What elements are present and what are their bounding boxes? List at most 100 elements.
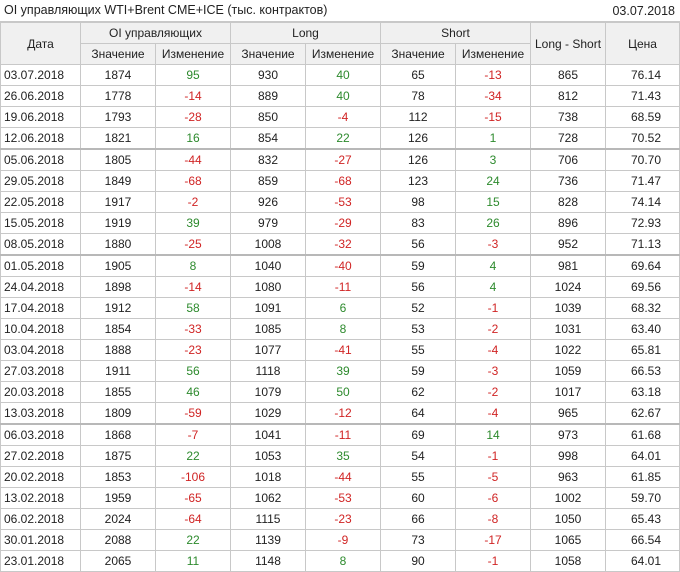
cell-short-change: -4	[455, 402, 532, 425]
cell-short-change: 14	[455, 423, 532, 446]
cell-price: 63.40	[605, 318, 680, 340]
col-group-short: Short	[380, 22, 532, 44]
cell-long-change: -32	[304, 233, 382, 256]
cell-long-short: 812	[530, 85, 607, 107]
cell-oi-change: 11	[155, 550, 231, 572]
cell-long-change: 39	[304, 360, 382, 382]
table-row: 10.04.2018 1854 -33 1085 8 53 -2 1031 63.40	[0, 318, 680, 340]
cell-oi-change: 58	[155, 297, 231, 319]
cell-oi-change: -2	[155, 191, 231, 213]
cell-long-value: 1041	[230, 423, 306, 446]
cell-long-change: -44	[304, 466, 382, 488]
cell-short-value: 112	[380, 106, 457, 128]
cell-short-value: 59	[380, 360, 457, 382]
cell-oi-value: 1875	[80, 445, 156, 467]
cell-long-short: 1031	[530, 318, 607, 340]
cell-long-short: 963	[530, 466, 607, 488]
cell-long-change: -23	[304, 508, 382, 530]
table-row: 01.05.2018 1905 8 1040 -40 59 4 981 69.64	[0, 254, 680, 277]
cell-long-short: 981	[530, 254, 607, 277]
cell-long-short: 973	[530, 423, 607, 446]
cell-long-short: 1065	[530, 529, 607, 551]
cell-long-change: -11	[304, 423, 382, 446]
cell-price: 74.14	[605, 191, 680, 213]
cell-oi-value: 1874	[80, 64, 156, 86]
cell-long-value: 1062	[230, 487, 306, 509]
cell-oi-value: 1917	[80, 191, 156, 213]
cell-long-change: -27	[304, 148, 382, 171]
cell-date: 06.02.2018	[0, 508, 81, 530]
cell-long-value: 926	[230, 191, 306, 213]
cell-date: 20.02.2018	[0, 466, 81, 488]
header-row-groups: Дата OI управляющих Long Short Long - Sh…	[0, 22, 680, 65]
cell-short-change: -1	[455, 445, 532, 467]
cell-oi-value: 1778	[80, 85, 156, 107]
table-row: 08.05.2018 1880 -25 1008 -32 56 -3 952 71.13	[0, 233, 680, 256]
cell-long-short: 828	[530, 191, 607, 213]
cell-date: 13.02.2018	[0, 487, 81, 509]
cell-long-change: 6	[304, 297, 382, 319]
cell-long-value: 1148	[230, 550, 306, 572]
cell-date: 01.05.2018	[0, 254, 81, 277]
col-group-long: Long	[229, 22, 382, 44]
cell-price: 65.43	[605, 508, 680, 530]
cell-oi-value: 2088	[80, 529, 156, 551]
cell-date: 23.01.2018	[0, 550, 81, 572]
cell-oi-change: -59	[155, 402, 231, 425]
cell-oi-value: 1905	[80, 254, 156, 277]
cell-long-value: 1085	[230, 318, 306, 340]
cell-short-change: -34	[455, 85, 532, 107]
cell-short-change: -13	[455, 64, 532, 86]
cell-date: 22.05.2018	[0, 191, 81, 213]
col-header-date: Дата	[0, 22, 81, 65]
cell-long-short: 952	[530, 233, 607, 256]
cell-long-short: 965	[530, 402, 607, 425]
table-row: 06.02.2018 2024 -64 1115 -23 66 -8 1050 65.43	[0, 508, 680, 530]
cell-short-change: 24	[455, 170, 532, 192]
cell-long-short: 1002	[530, 487, 607, 509]
cell-oi-change: -33	[155, 318, 231, 340]
cell-short-change: -1	[455, 297, 532, 319]
cell-oi-change: 39	[155, 212, 231, 234]
col-header-short-value: Значение	[380, 43, 457, 65]
cell-date: 12.06.2018	[0, 127, 81, 150]
cell-price: 76.14	[605, 64, 680, 86]
col-header-oi-change: Изменение	[155, 43, 231, 65]
cell-long-change: 40	[304, 85, 382, 107]
cell-date: 29.05.2018	[0, 170, 81, 192]
cell-oi-value: 2065	[80, 550, 156, 572]
cell-short-value: 54	[380, 445, 457, 467]
cell-oi-value: 1809	[80, 402, 156, 425]
cell-price: 71.47	[605, 170, 680, 192]
cell-short-value: 78	[380, 85, 457, 107]
cell-long-change: -12	[304, 402, 382, 425]
cell-long-change: -68	[304, 170, 382, 192]
cell-long-value: 1018	[230, 466, 306, 488]
cell-long-value: 832	[230, 148, 306, 171]
cell-long-change: 40	[304, 64, 382, 86]
table-row: 12.06.2018 1821 16 854 22 126 1 728 70.52	[0, 127, 680, 150]
cell-long-change: -29	[304, 212, 382, 234]
cell-long-value: 889	[230, 85, 306, 107]
cell-oi-change: -65	[155, 487, 231, 509]
cell-oi-change: -68	[155, 170, 231, 192]
cell-price: 59.70	[605, 487, 680, 509]
report-title: OI управляющих WTI+Brent CME+ICE (тыс. к…	[4, 3, 328, 17]
cell-price: 68.59	[605, 106, 680, 128]
cell-long-short: 1059	[530, 360, 607, 382]
cell-short-value: 62	[380, 381, 457, 403]
cell-oi-value: 1880	[80, 233, 156, 256]
col-group-oi: OI управляющих	[80, 22, 231, 44]
cell-short-value: 126	[380, 148, 457, 171]
positions-table: Дата OI управляющих Long Short Long - Sh…	[0, 22, 680, 572]
cell-long-short: 736	[530, 170, 607, 192]
table-row: 29.05.2018 1849 -68 859 -68 123 24 736 71.47	[0, 170, 680, 192]
cell-oi-value: 2024	[80, 508, 156, 530]
cell-long-short: 728	[530, 127, 607, 150]
cell-short-change: 15	[455, 191, 532, 213]
cell-date: 30.01.2018	[0, 529, 81, 551]
cell-oi-change: 22	[155, 445, 231, 467]
table-row: 23.01.2018 2065 11 1148 8 90 -1 1058 64.01	[0, 550, 680, 572]
cell-short-change: -8	[455, 508, 532, 530]
cell-date: 13.03.2018	[0, 402, 81, 425]
